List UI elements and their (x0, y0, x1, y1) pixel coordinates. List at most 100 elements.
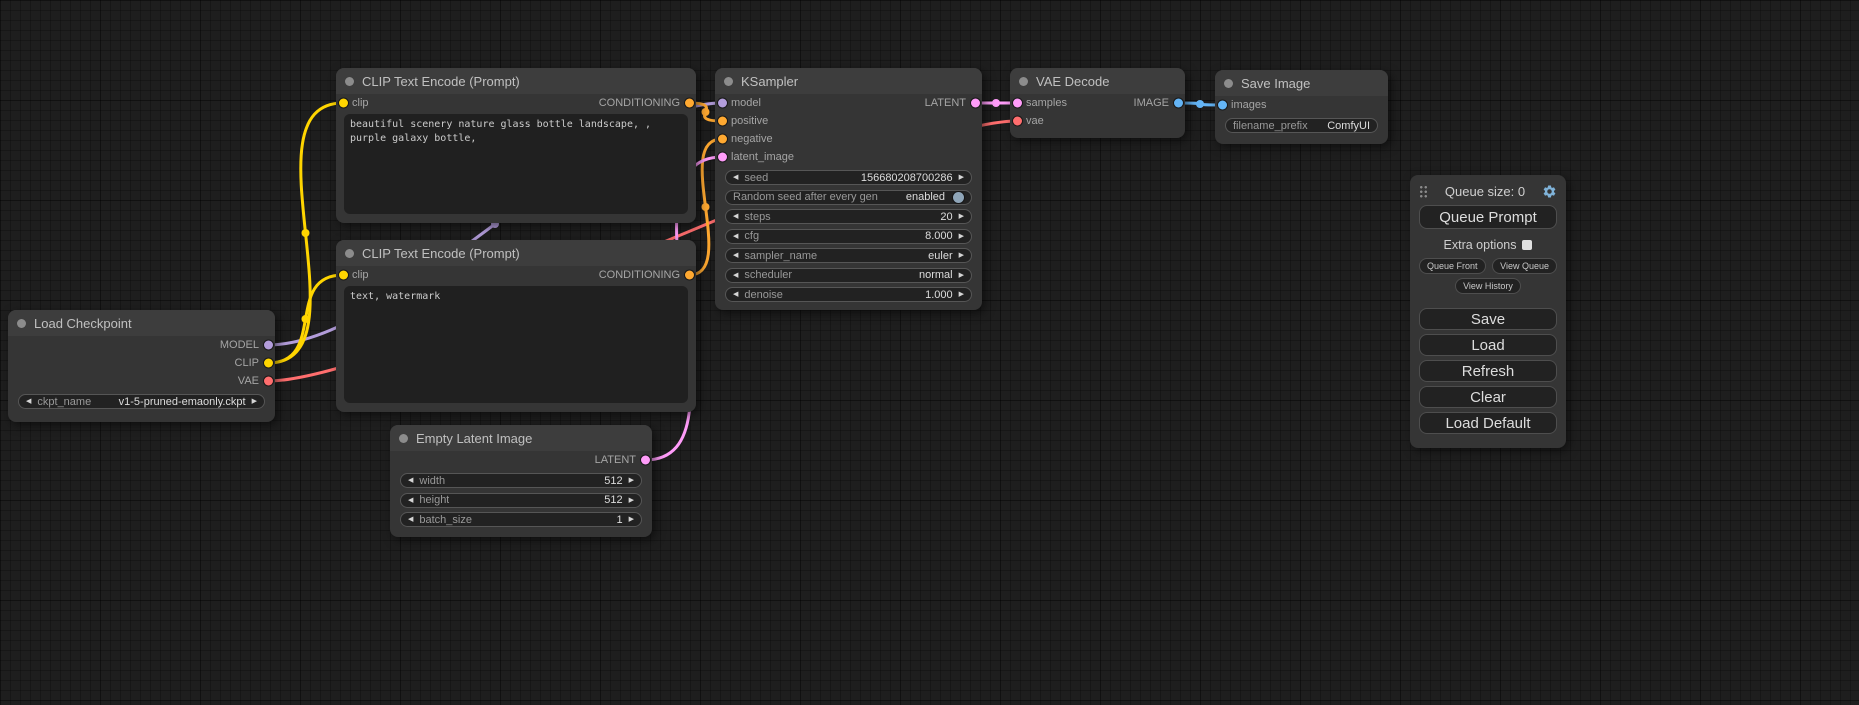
input-slot-negative[interactable] (718, 135, 727, 144)
output-slot-image[interactable] (1174, 99, 1183, 108)
decrement-arrow-icon[interactable]: ◀ (733, 233, 738, 240)
node-title-bar[interactable]: Save Image (1215, 70, 1388, 96)
node-load-checkpoint[interactable]: Load Checkpoint MODEL CLIP VAE ◀ ckpt_na… (8, 310, 275, 422)
collapse-dot[interactable] (345, 77, 354, 86)
scheduler-widget[interactable]: ◀ scheduler normal ▶ (725, 268, 972, 283)
decrement-arrow-icon[interactable]: ◀ (408, 516, 413, 523)
collapse-dot[interactable] (345, 249, 354, 258)
decrement-arrow-icon[interactable]: ◀ (408, 477, 413, 484)
node-title: CLIP Text Encode (Prompt) (362, 74, 520, 89)
cfg-widget[interactable]: ◀ cfg 8.000 ▶ (725, 229, 972, 244)
height-widget[interactable]: ◀ height 512 ▶ (400, 493, 642, 508)
batch-size-widget[interactable]: ◀ batch_size 1 ▶ (400, 512, 642, 527)
decrement-arrow-icon[interactable]: ◀ (733, 291, 738, 298)
decrement-arrow-icon[interactable]: ◀ (733, 213, 738, 220)
input-slot-samples[interactable] (1013, 99, 1022, 108)
slot-row: images (1215, 96, 1388, 114)
node-clip-text-encode-positive[interactable]: CLIP Text Encode (Prompt) clip CONDITION… (336, 68, 696, 223)
collapse-dot[interactable] (1019, 77, 1028, 86)
decrement-arrow-icon[interactable]: ◀ (408, 497, 413, 504)
queue-prompt-button[interactable]: Queue Prompt (1419, 205, 1557, 229)
widget-label: width (419, 475, 445, 487)
prompt-textarea[interactable]: text, watermark (344, 286, 688, 403)
load-default-button[interactable]: Load Default (1419, 412, 1557, 434)
decrement-arrow-icon[interactable]: ◀ (26, 398, 31, 405)
input-slot-clip[interactable] (339, 271, 348, 280)
slot-row: clip CONDITIONING (336, 266, 696, 284)
drag-handle-icon[interactable] (1419, 185, 1428, 198)
steps-widget[interactable]: ◀ steps 20 ▶ (725, 209, 972, 224)
random-seed-toggle-widget[interactable]: Random seed after every gen enabled (725, 190, 972, 205)
decrement-arrow-icon[interactable]: ◀ (733, 174, 738, 181)
increment-arrow-icon[interactable]: ▶ (959, 233, 964, 240)
view-history-button[interactable]: View History (1455, 278, 1521, 294)
input-slot-vae[interactable] (1013, 117, 1022, 126)
collapse-dot[interactable] (17, 319, 26, 328)
node-save-image[interactable]: Save Image images filename_prefix ComfyU… (1215, 70, 1388, 144)
node-title-bar[interactable]: Load Checkpoint (8, 310, 275, 336)
increment-arrow-icon[interactable]: ▶ (252, 398, 257, 405)
save-button[interactable]: Save (1419, 308, 1557, 330)
refresh-button[interactable]: Refresh (1419, 360, 1557, 382)
filename-prefix-widget[interactable]: filename_prefix ComfyUI (1225, 118, 1378, 133)
output-slot-model[interactable] (264, 341, 273, 350)
node-title: Save Image (1241, 76, 1310, 91)
view-queue-button[interactable]: View Queue (1492, 258, 1557, 274)
output-slot-vae[interactable] (264, 377, 273, 386)
node-title-bar[interactable]: VAE Decode (1010, 68, 1185, 94)
node-title-bar[interactable]: KSampler (715, 68, 982, 94)
node-title-bar[interactable]: CLIP Text Encode (Prompt) (336, 240, 696, 266)
prompt-textarea[interactable]: beautiful scenery nature glass bottle la… (344, 114, 688, 214)
increment-arrow-icon[interactable]: ▶ (959, 272, 964, 279)
node-ksampler[interactable]: KSampler model LATENT positive negative … (715, 68, 982, 310)
widget-label: seed (744, 172, 768, 184)
output-slot-latent[interactable] (971, 99, 980, 108)
increment-arrow-icon[interactable]: ▶ (959, 291, 964, 298)
width-widget[interactable]: ◀ width 512 ▶ (400, 473, 642, 488)
node-clip-text-encode-negative[interactable]: CLIP Text Encode (Prompt) clip CONDITION… (336, 240, 696, 412)
widget-value: 156680208700286 (861, 172, 953, 184)
increment-arrow-icon[interactable]: ▶ (959, 252, 964, 259)
load-button[interactable]: Load (1419, 334, 1557, 356)
input-slot-label: vae (1026, 115, 1044, 127)
extra-options-checkbox[interactable] (1522, 240, 1532, 250)
output-slot-conditioning[interactable] (685, 99, 694, 108)
increment-arrow-icon[interactable]: ▶ (959, 174, 964, 181)
ckpt-name-widget[interactable]: ◀ ckpt_name v1-5-pruned-emaonly.ckpt ▶ (18, 394, 265, 409)
output-slot-label: VAE (238, 375, 259, 387)
widget-label: sampler_name (744, 250, 817, 262)
decrement-arrow-icon[interactable]: ◀ (733, 272, 738, 279)
seed-widget[interactable]: ◀ seed 156680208700286 ▶ (725, 170, 972, 185)
output-slot-clip[interactable] (264, 359, 273, 368)
collapse-dot[interactable] (399, 434, 408, 443)
denoise-widget[interactable]: ◀ denoise 1.000 ▶ (725, 287, 972, 302)
queue-front-button[interactable]: Queue Front (1419, 258, 1486, 274)
output-slot-conditioning[interactable] (685, 271, 694, 280)
input-slot-model[interactable] (718, 99, 727, 108)
node-empty-latent-image[interactable]: Empty Latent Image LATENT ◀ width 512 ▶ … (390, 425, 652, 537)
output-slot-latent[interactable] (641, 456, 650, 465)
increment-arrow-icon[interactable]: ▶ (629, 497, 634, 504)
increment-arrow-icon[interactable]: ▶ (959, 213, 964, 220)
node-title-bar[interactable]: Empty Latent Image (390, 425, 652, 451)
sampler-name-widget[interactable]: ◀ sampler_name euler ▶ (725, 248, 972, 263)
increment-arrow-icon[interactable]: ▶ (629, 516, 634, 523)
clear-button[interactable]: Clear (1419, 386, 1557, 408)
widget-label: Random seed after every gen (733, 191, 878, 203)
settings-gear-icon[interactable] (1542, 184, 1557, 199)
collapse-dot[interactable] (1224, 79, 1233, 88)
input-slot-positive[interactable] (718, 117, 727, 126)
widget-label: denoise (744, 289, 783, 301)
decrement-arrow-icon[interactable]: ◀ (733, 252, 738, 259)
input-slot-images[interactable] (1218, 101, 1227, 110)
node-title: VAE Decode (1036, 74, 1109, 89)
toggle-knob-icon[interactable] (953, 192, 964, 203)
collapse-dot[interactable] (724, 77, 733, 86)
node-vae-decode[interactable]: VAE Decode samples IMAGE vae (1010, 68, 1185, 138)
input-slot-latent-image[interactable] (718, 153, 727, 162)
input-slot-clip[interactable] (339, 99, 348, 108)
node-title-bar[interactable]: CLIP Text Encode (Prompt) (336, 68, 696, 94)
output-slot-label: MODEL (220, 339, 259, 351)
increment-arrow-icon[interactable]: ▶ (629, 477, 634, 484)
node-title: KSampler (741, 74, 798, 89)
